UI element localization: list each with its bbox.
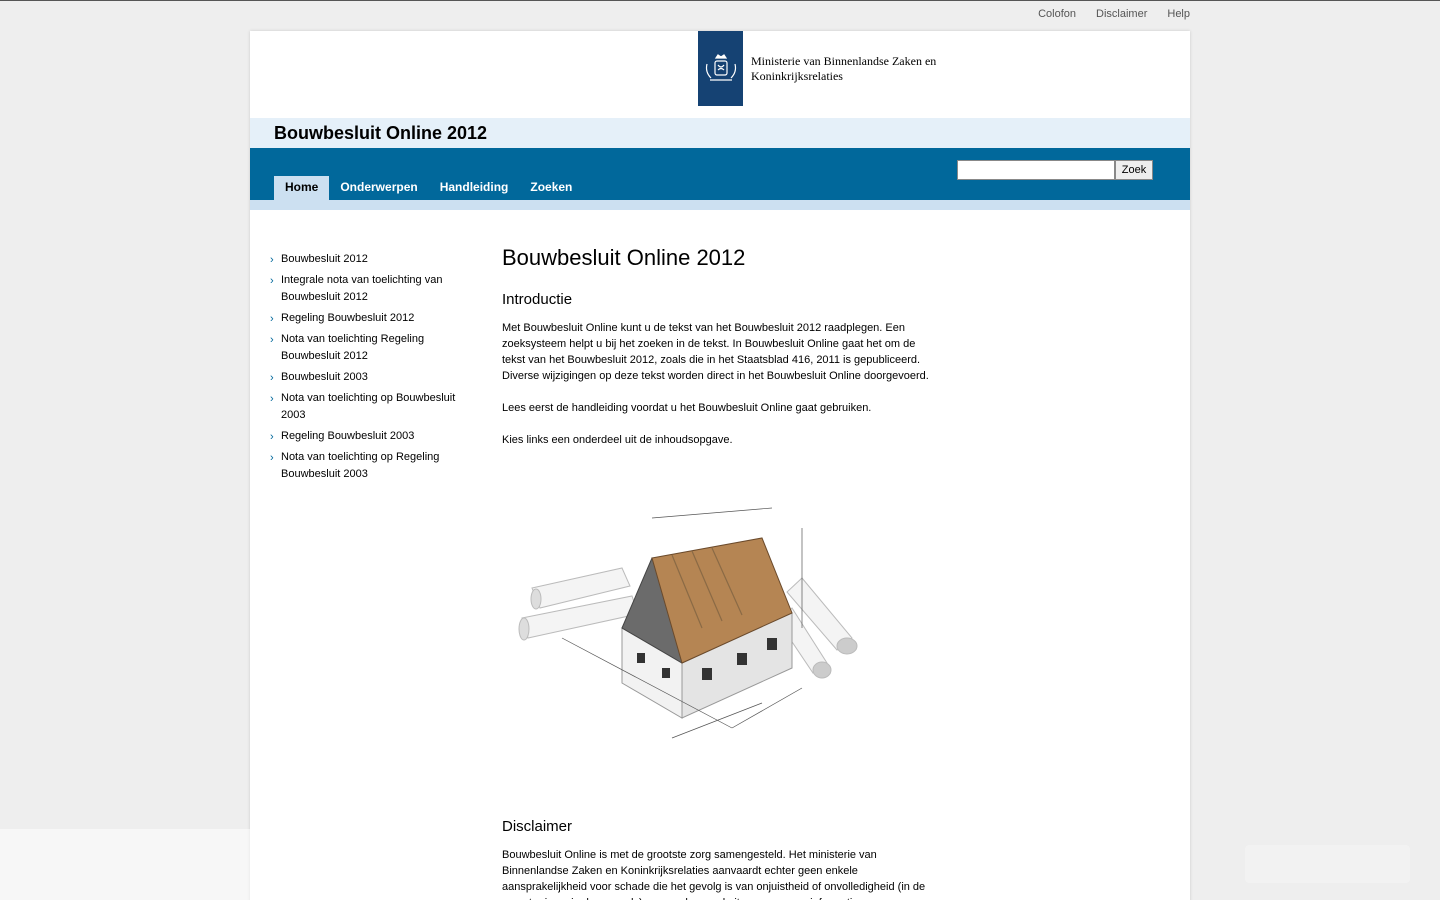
cookie-banner-overlay [0, 829, 500, 900]
chevron-right-icon: › [270, 275, 274, 287]
chevron-right-icon: › [270, 393, 274, 405]
toc-link[interactable]: Nota van toelichting Regeling Bouwbeslui… [281, 333, 424, 362]
chevron-right-icon: › [270, 254, 274, 266]
toc-item: › Regeling Bouwbesluit 2012 [270, 310, 470, 327]
toc-item: › Nota van toelichting op Regeling Bouwbe… [270, 449, 470, 483]
nav-handleiding[interactable]: Handleiding [429, 176, 520, 200]
toc-link[interactable]: Integrale nota van toelichting van Bouwb… [281, 274, 442, 303]
nav-home[interactable]: Home [274, 176, 330, 200]
chevron-right-icon: › [270, 431, 274, 443]
disclaimer-link[interactable]: Disclaimer [1096, 8, 1147, 20]
toc-link[interactable]: Bouwbesluit 2003 [281, 371, 368, 383]
coat-of-arms-icon [698, 31, 743, 106]
toc-link[interactable]: Nota van toelichting op Regeling Bouwbes… [281, 451, 439, 480]
site-title-bar: Bouwbesluit Online 2012 [250, 118, 1190, 148]
ministry-name-line1: Ministerie van Binnenlandse Zaken en [751, 53, 937, 68]
toc-item: › Bouwbesluit 2003 [270, 369, 470, 386]
table-of-contents: › Bouwbesluit 2012 › Integrale nota van to… [270, 251, 470, 487]
help-link[interactable]: Help [1167, 8, 1190, 20]
page-container: Ministerie van Binnenlandse Zaken en Kon… [250, 31, 1190, 900]
chevron-right-icon: › [270, 334, 274, 346]
nav-underline [250, 200, 1190, 210]
colofon-link[interactable]: Colofon [1038, 8, 1076, 20]
intro-paragraph: Lees eerst de handleiding voordat u het … [502, 402, 872, 414]
nav-zoeken[interactable]: Zoeken [519, 176, 583, 200]
chevron-right-icon: › [270, 372, 274, 384]
toc-item: › Regeling Bouwbesluit 2003 [270, 428, 470, 445]
toc-item: › Nota van toelichting Regeling Bouwbeslu… [270, 331, 470, 365]
cookie-banner-button[interactable] [1245, 845, 1410, 883]
ministry-name-line2: Koninkrijksrelaties [751, 68, 843, 83]
chevron-right-icon: › [270, 313, 274, 325]
intro-heading: Introductie [502, 291, 573, 308]
toc-link[interactable]: Regeling Bouwbesluit 2003 [281, 430, 414, 442]
ministry-name: Ministerie van Binnenlandse Zaken en Kon… [751, 54, 971, 84]
toc-item: › Bouwbesluit 2012 [270, 251, 470, 268]
toc-link[interactable]: Regeling Bouwbesluit 2012 [281, 312, 414, 324]
search-button[interactable]: Zoek [1115, 160, 1153, 180]
house-blueprint-image [502, 488, 882, 758]
intro-paragraph: Kies links een onderdeel uit de inhoudso… [502, 434, 733, 446]
main-navigation: Home Onderwerpen Handleiding Zoeken Zoek [250, 148, 1190, 200]
site-title: Bouwbesluit Online 2012 [274, 123, 488, 143]
toc-link[interactable]: Bouwbesluit 2012 [281, 253, 368, 265]
search-input[interactable] [957, 160, 1115, 180]
toc-item: › Nota van toelichting op Bouwbesluit 200… [270, 390, 470, 424]
main-content: Bouwbesluit Online 2012 Introductie Met … [502, 245, 932, 900]
ministry-logo[interactable]: Ministerie van Binnenlandse Zaken en Kon… [698, 31, 971, 106]
chevron-right-icon: › [270, 452, 274, 464]
page-title: Bouwbesluit Online 2012 [502, 245, 746, 270]
toc-link[interactable]: Nota van toelichting op Bouwbesluit 2003 [281, 392, 455, 421]
toc-item: › Integrale nota van toelichting van Bouw… [270, 272, 470, 306]
disclaimer-paragraph: Bouwbesluit Online is met de grootste zo… [502, 849, 926, 900]
top-links: Colofon Disclaimer Help [1018, 8, 1190, 20]
disclaimer-heading: Disclaimer [502, 818, 573, 835]
search-form: Zoek [957, 160, 1153, 180]
nav-onderwerpen[interactable]: Onderwerpen [329, 176, 428, 200]
intro-paragraph: Met Bouwbesluit Online kunt u de tekst v… [502, 322, 929, 382]
